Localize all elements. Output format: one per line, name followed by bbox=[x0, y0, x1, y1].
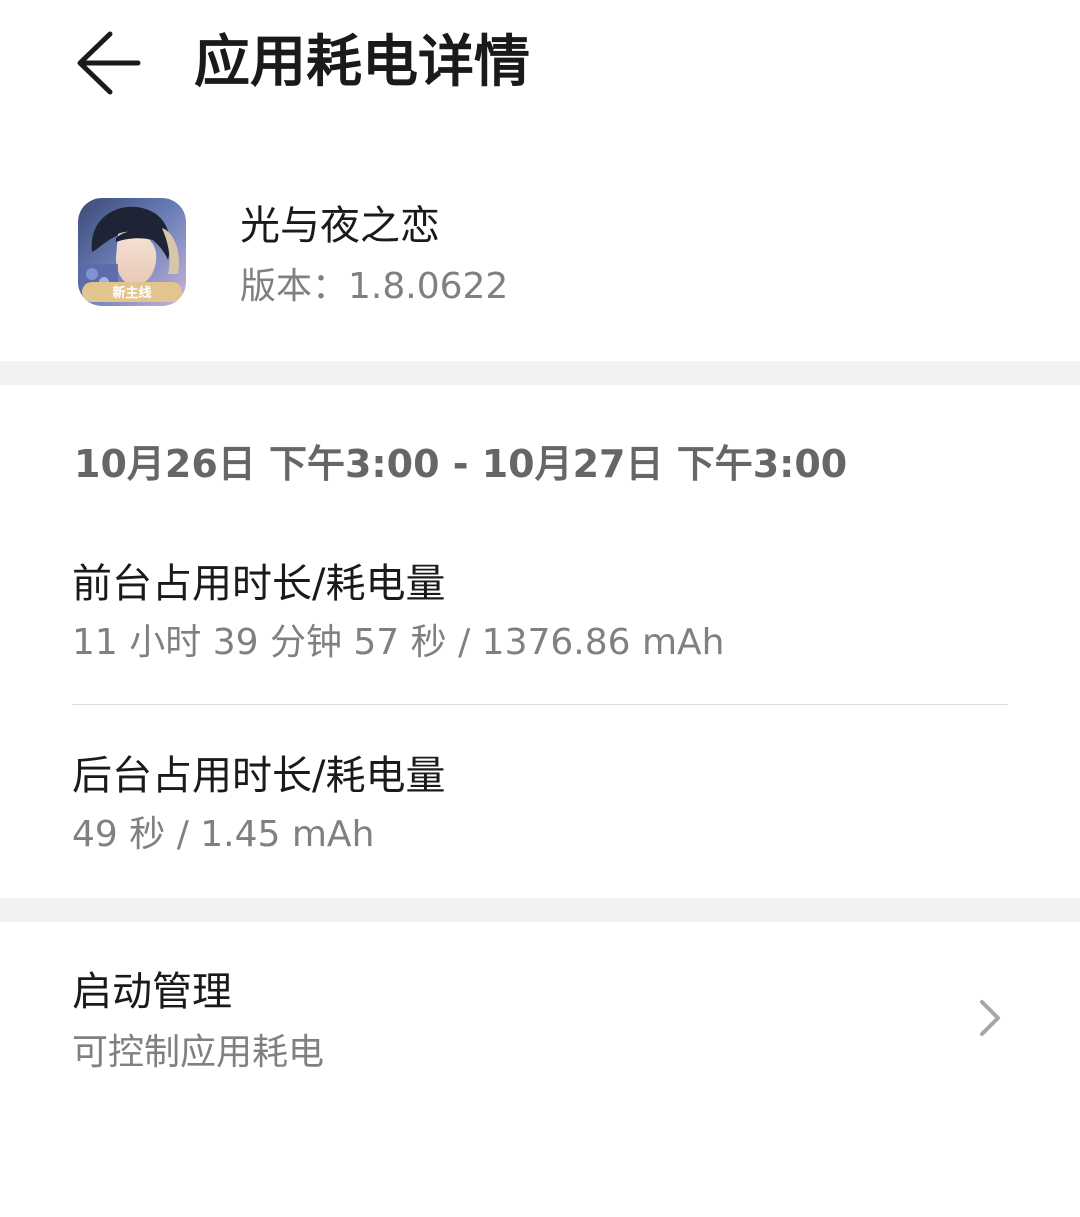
app-name: 光与夜之恋 bbox=[240, 203, 440, 249]
arrow-left-icon bbox=[77, 31, 141, 95]
launch-management-row[interactable]: 启动管理 可控制应用耗电 bbox=[0, 930, 1080, 1110]
chevron-right-icon bbox=[972, 996, 1006, 1040]
row-divider bbox=[72, 704, 1008, 705]
page-title: 应用耗电详情 bbox=[194, 30, 530, 95]
background-usage-title: 后台占用时长/耗电量 bbox=[72, 753, 446, 799]
date-range: 10月26日 下午3:00 - 10月27日 下午3:00 bbox=[74, 442, 848, 486]
app-icon-badge: 新主线 bbox=[112, 285, 151, 301]
section-divider bbox=[0, 898, 1080, 922]
app-icon: 新主线 bbox=[78, 198, 186, 306]
app-bar: 应用耗电详情 bbox=[0, 0, 1080, 130]
foreground-usage-title: 前台占用时长/耗电量 bbox=[72, 561, 446, 607]
background-usage-value: 49 秒 / 1.45 mAh bbox=[72, 814, 375, 855]
section-divider bbox=[0, 361, 1080, 385]
back-button[interactable] bbox=[70, 28, 146, 98]
foreground-usage-value: 11 小时 39 分钟 57 秒 / 1376.86 mAh bbox=[72, 622, 725, 663]
background-usage: 后台占用时长/耗电量 49 秒 / 1.45 mAh bbox=[0, 748, 1080, 888]
app-version: 版本：1.8.0622 bbox=[240, 266, 509, 307]
foreground-usage: 前台占用时长/耗电量 11 小时 39 分钟 57 秒 / 1376.86 mA… bbox=[0, 556, 1080, 696]
launch-management-subtitle: 可控制应用耗电 bbox=[72, 1032, 325, 1073]
launch-management-title: 启动管理 bbox=[72, 969, 232, 1015]
app-info: 新主线 光与夜之恋 版本：1.8.0622 bbox=[0, 170, 1080, 350]
